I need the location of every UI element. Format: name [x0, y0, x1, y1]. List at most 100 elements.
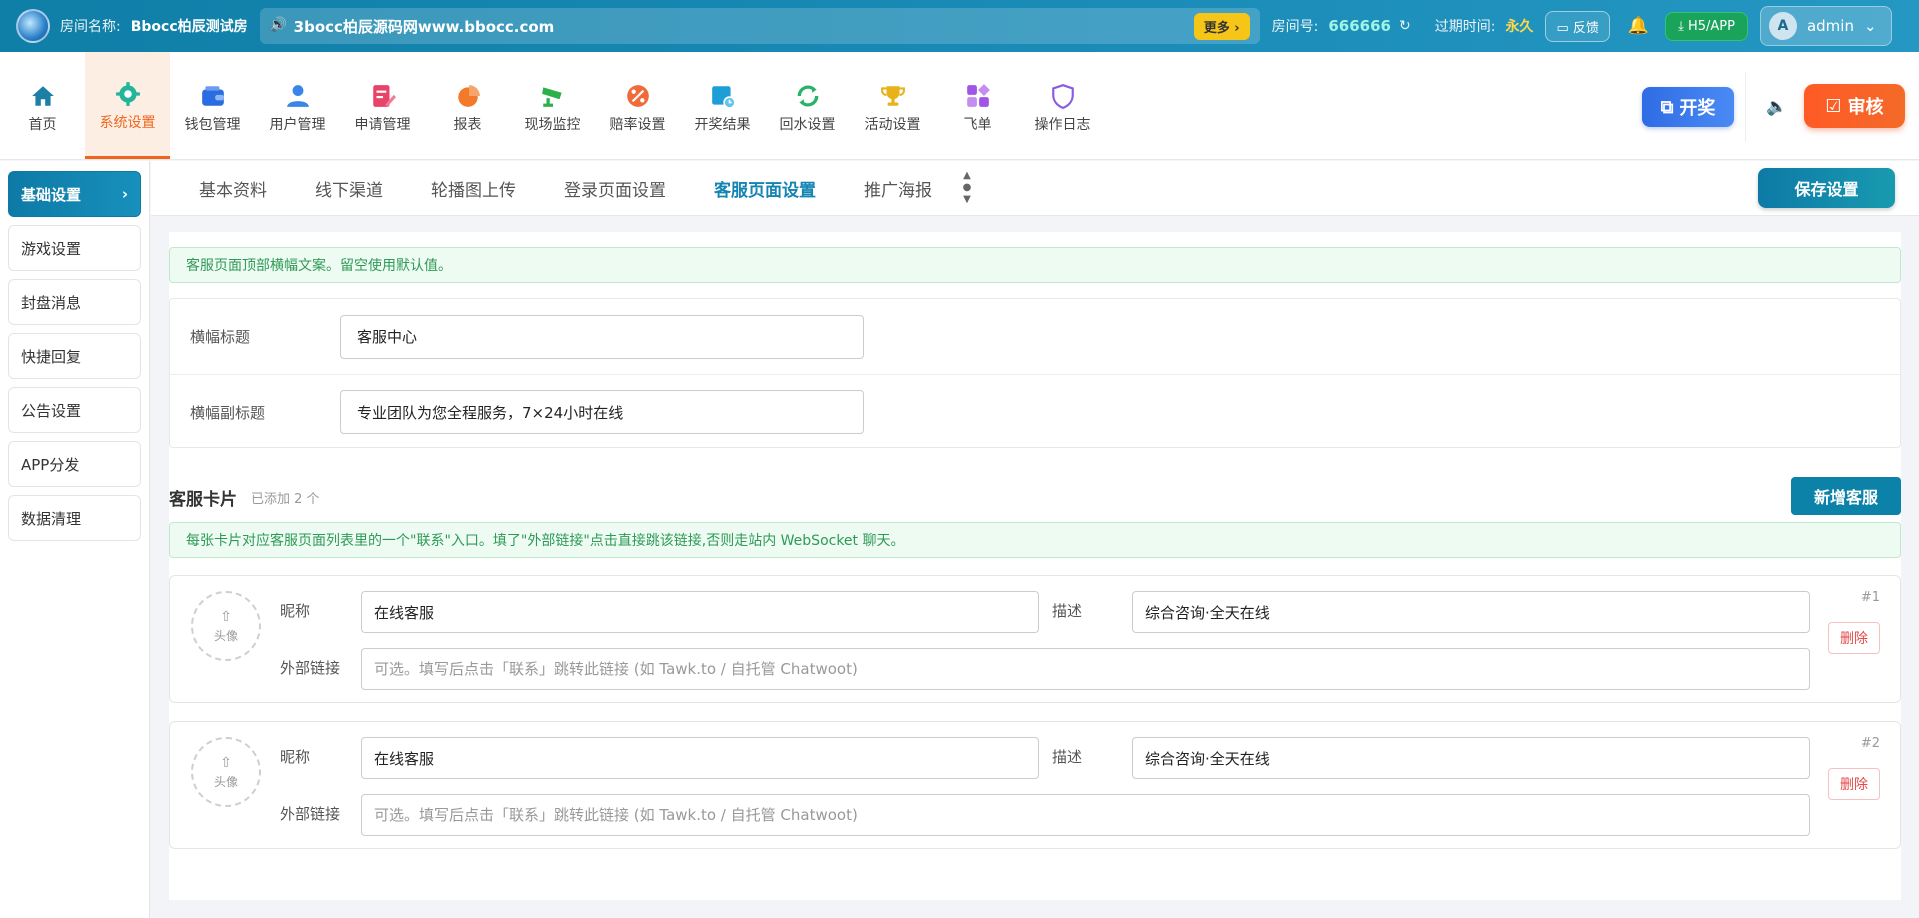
- tab-customer-service-page[interactable]: 客服页面设置: [714, 176, 816, 201]
- description-input[interactable]: [1132, 737, 1810, 779]
- nav-item-flysheet[interactable]: 飞单: [935, 52, 1020, 159]
- nav-divider: [1745, 72, 1746, 142]
- banner-title-input[interactable]: [340, 314, 864, 359]
- nav-label: 首页: [28, 116, 57, 133]
- tab-offline-channel[interactable]: 线下渠道: [315, 176, 383, 201]
- more-button[interactable]: 更多 ›: [1193, 12, 1250, 40]
- external-link-label: 外部链接: [280, 805, 341, 823]
- nav-label: 系统设置: [99, 115, 156, 131]
- refresh-icon[interactable]: ↻: [1399, 18, 1411, 34]
- chevron-right-icon: ›: [121, 185, 128, 203]
- nav-item-draw-results[interactable]: 开奖结果: [680, 52, 765, 159]
- expire-value: 永久: [1505, 19, 1534, 35]
- form-row-title: 横幅标题: [170, 299, 1900, 374]
- nav-label: 用户管理: [269, 116, 326, 133]
- user-menu[interactable]: A admin ⌄: [1759, 6, 1892, 46]
- nav-label: 操作日志: [1034, 116, 1091, 133]
- download-icon: ⤓: [1678, 18, 1684, 34]
- expire-label: 过期时间:: [1434, 19, 1496, 35]
- tab-basic-info[interactable]: 基本资料: [199, 176, 267, 201]
- external-link-label: 外部链接: [280, 659, 341, 677]
- camera-icon: [539, 82, 567, 110]
- sidebar-item-label: 数据清理: [21, 509, 82, 528]
- card-number: #2: [1860, 736, 1880, 751]
- banner-subtitle-input[interactable]: [340, 390, 864, 434]
- tab-login-page[interactable]: 登录页面设置: [564, 176, 666, 201]
- h5-app-button[interactable]: ⤓ H5/APP: [1665, 11, 1748, 41]
- nav-label: 申请管理: [354, 116, 411, 133]
- sidebar-item-data-cleanup[interactable]: 数据清理: [8, 495, 141, 541]
- gear-icon: [114, 80, 142, 108]
- announcement-marquee[interactable]: 🔊 3bocc柏辰源码网www.bbocc.com 更多 ›: [259, 8, 1260, 44]
- volume-icon[interactable]: 🔈: [1766, 97, 1787, 117]
- user-icon: [284, 82, 312, 110]
- sidebar-item-close-message[interactable]: 封盘消息: [8, 279, 141, 325]
- add-service-button[interactable]: 新增客服: [1791, 477, 1901, 515]
- check-square-icon: ☑: [1825, 95, 1842, 117]
- feedback-button[interactable]: ▭ 反馈: [1545, 10, 1610, 42]
- sidebar-item-quick-reply[interactable]: 快捷回复: [8, 333, 141, 379]
- cards-header: 客服卡片 已添加 2 个 新增客服: [169, 477, 1901, 517]
- nickname-input[interactable]: [361, 591, 1039, 633]
- nav-label: 回水设置: [779, 116, 836, 133]
- nav-label: 飞单: [963, 116, 992, 133]
- settings-tabs: 基本资料 线下渠道 轮播图上传 登录页面设置 客服页面设置 推广海报 ▲ ● ▼…: [151, 161, 1919, 216]
- wallet-icon: [199, 82, 227, 110]
- sidebar-item-announcement[interactable]: 公告设置: [8, 387, 141, 433]
- external-link-input[interactable]: [361, 648, 1810, 690]
- nav-item-system-settings[interactable]: 系统设置: [85, 52, 170, 159]
- nav-item-users[interactable]: 用户管理: [255, 52, 340, 159]
- nav-label: 开奖结果: [694, 116, 751, 133]
- external-link-input[interactable]: [361, 794, 1810, 836]
- sidebar-item-label: 基础设置: [21, 185, 82, 204]
- sidebar-item-game-settings[interactable]: 游戏设置: [8, 225, 141, 271]
- nav-label: 活动设置: [864, 116, 921, 133]
- tab-scroll-control[interactable]: ▲ ● ▼: [960, 171, 974, 205]
- nav-label: 钱包管理: [184, 116, 241, 133]
- nav-item-rebate[interactable]: 回水设置: [765, 52, 850, 159]
- room-id-label: 房间号:: [1271, 19, 1319, 35]
- description-label: 描述: [1052, 602, 1083, 620]
- tab-carousel-upload[interactable]: 轮播图上传: [431, 176, 516, 201]
- banner-subtitle-label: 横幅副标题: [190, 403, 266, 422]
- chat-icon: ▭: [1556, 20, 1569, 36]
- caret-down-icon: ▼: [963, 194, 971, 205]
- description-input[interactable]: [1132, 591, 1810, 633]
- sidebar-item-label: 封盘消息: [21, 293, 82, 312]
- save-settings-button[interactable]: 保存设置: [1758, 168, 1895, 208]
- sidebar-item-label: APP分发: [21, 455, 80, 474]
- edit-doc-icon: [369, 82, 397, 110]
- nickname-input[interactable]: [361, 737, 1039, 779]
- nav-item-home[interactable]: 首页: [0, 52, 85, 159]
- nav-label: 赔率设置: [609, 116, 666, 133]
- review-label: 审核: [1847, 97, 1884, 118]
- nav-item-wallet[interactable]: 钱包管理: [170, 52, 255, 159]
- nav-item-reports[interactable]: 报表: [425, 52, 510, 159]
- dot-icon: ●: [962, 182, 972, 193]
- open-draw-button[interactable]: ⧉ 开奖: [1642, 87, 1734, 127]
- settings-sidebar: 基础设置 › 游戏设置 封盘消息 快捷回复 公告设置 APP分发 数据清理: [0, 161, 150, 918]
- nav-item-odds[interactable]: 赔率设置: [595, 52, 680, 159]
- service-card: ⇧ 头像 昵称 描述 外部链接 #2 删除: [169, 721, 1901, 849]
- tab-promo-poster[interactable]: 推广海报: [864, 176, 932, 201]
- main-nav: 首页 系统设置 钱包管理 用户管理 申请管理 报表 现场监控 赔率设置 开奖结果…: [0, 52, 1919, 160]
- bell-icon[interactable]: 🔔: [1628, 16, 1649, 36]
- nav-item-applications[interactable]: 申请管理: [340, 52, 425, 159]
- avatar-upload[interactable]: ⇧ 头像: [191, 591, 261, 661]
- nav-label: 报表: [453, 116, 482, 133]
- review-button[interactable]: ☑ 审核: [1804, 84, 1905, 128]
- avatar-upload-label: 头像: [213, 774, 238, 789]
- sidebar-item-basic-settings[interactable]: 基础设置 ›: [8, 171, 141, 217]
- nav-item-activities[interactable]: 活动设置: [850, 52, 935, 159]
- calendar-clock-icon: [709, 82, 737, 110]
- sidebar-item-app-distribution[interactable]: APP分发: [8, 441, 141, 487]
- app-logo: [16, 9, 50, 43]
- cards-notice: 每张卡片对应客服页面列表里的一个"联系"入口。填了"外部链接"点击直接跳该链接,…: [169, 522, 1901, 558]
- delete-button[interactable]: 删除: [1828, 622, 1880, 654]
- avatar-upload[interactable]: ⇧ 头像: [191, 737, 261, 807]
- nav-item-monitor[interactable]: 现场监控: [510, 52, 595, 159]
- nav-item-operation-log[interactable]: 操作日志: [1020, 52, 1105, 159]
- description-label: 描述: [1052, 748, 1083, 766]
- delete-button[interactable]: 删除: [1828, 768, 1880, 800]
- marquee-text: 3bocc柏辰源码网www.bbocc.com: [293, 17, 555, 36]
